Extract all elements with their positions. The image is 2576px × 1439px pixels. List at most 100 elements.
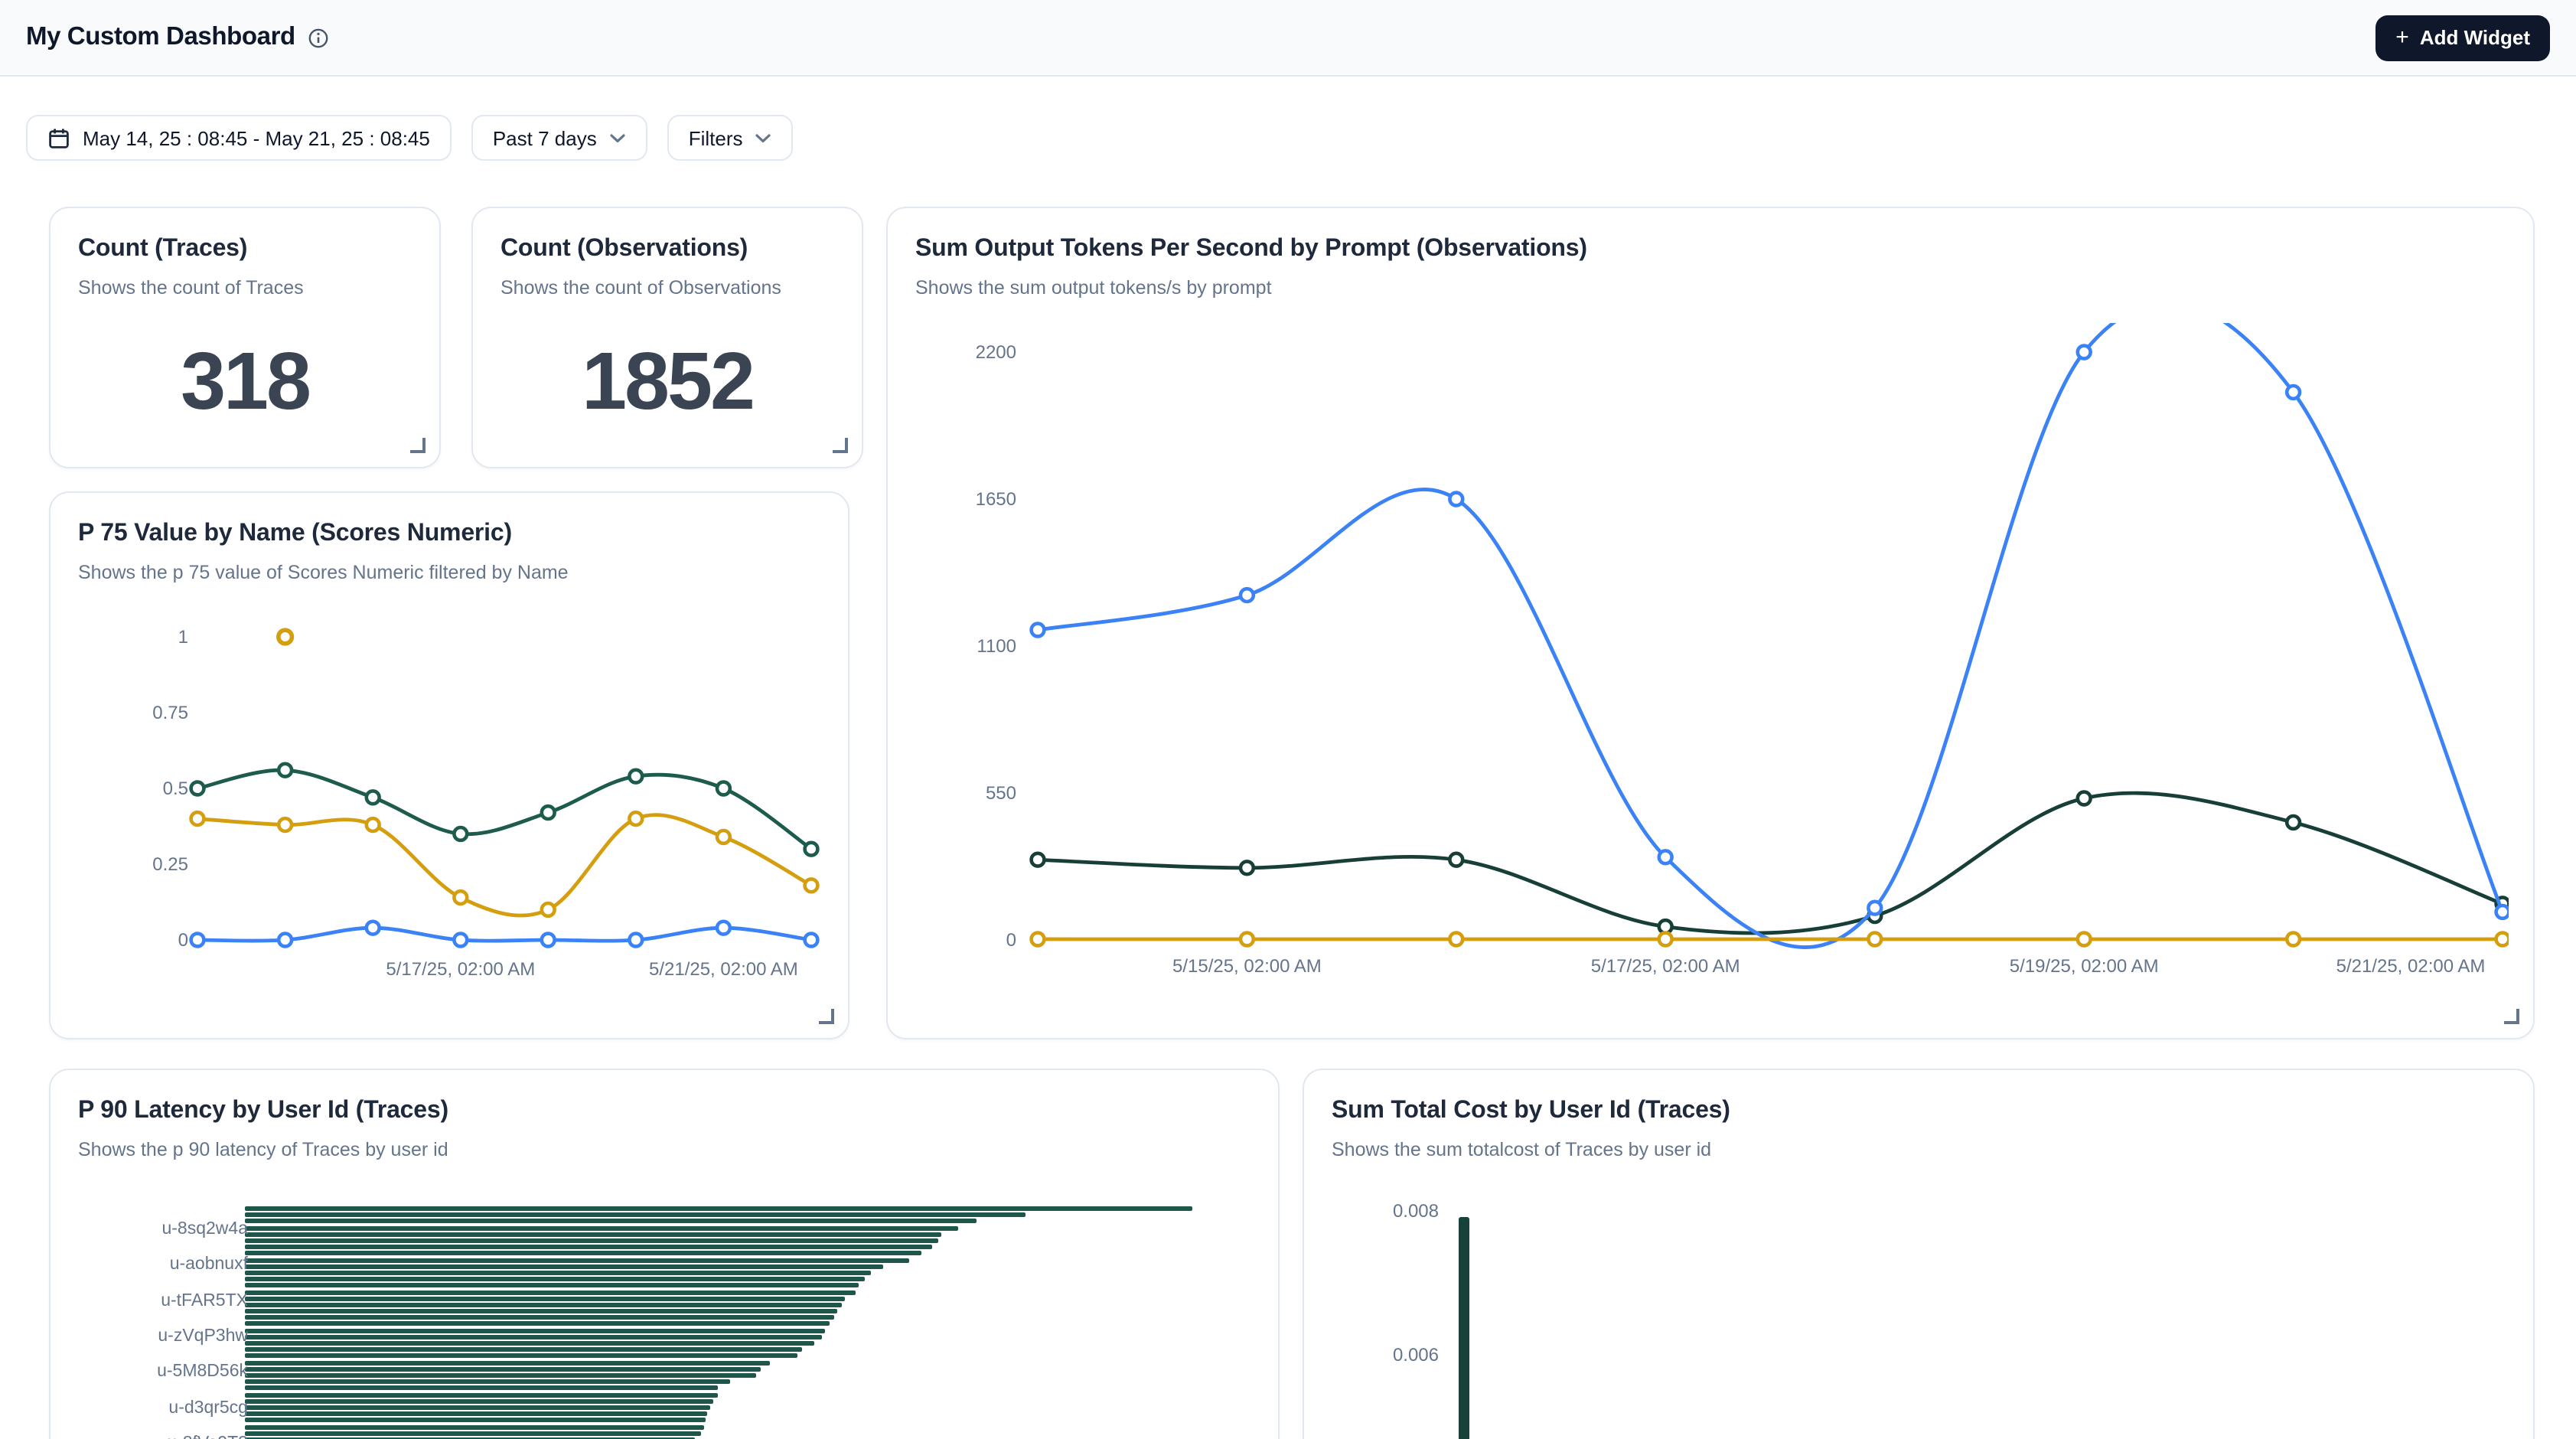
info-icon[interactable] [308, 27, 329, 48]
y-axis-label: u-8sq2w4a [78, 1219, 248, 1240]
chevron-down-icon [755, 132, 772, 143]
bar [245, 1251, 921, 1256]
widget-count-traces: Count (Traces) Shows the count of Traces… [49, 207, 441, 468]
bar [245, 1296, 845, 1300]
bar [245, 1277, 864, 1281]
bar [245, 1398, 712, 1403]
bar [245, 1386, 719, 1391]
add-widget-button[interactable]: + Add Widget [2375, 15, 2550, 60]
resize-handle-icon[interactable] [833, 438, 848, 453]
svg-text:0.5: 0.5 [163, 778, 188, 799]
date-preset-label: Past 7 days [493, 126, 597, 149]
y-axis-label: u-d3qr5cg [78, 1398, 248, 1419]
bar [245, 1290, 856, 1294]
bar [245, 1335, 823, 1339]
date-preset-button[interactable]: Past 7 days [471, 115, 647, 161]
y-axis-label: u-zVqP3hw [78, 1326, 248, 1347]
y-axis-label: u-tFAR5TX [78, 1290, 248, 1311]
widget-title: Sum Total Cost by User Id (Traces) [1332, 1098, 2506, 1125]
bar [245, 1232, 941, 1237]
svg-text:0.25: 0.25 [152, 854, 188, 875]
bar [245, 1392, 717, 1397]
bar [245, 1206, 1192, 1211]
svg-text:5/21/25, 02:00 AM: 5/21/25, 02:00 AM [649, 959, 798, 980]
widget-sum-total-cost: Sum Total Cost by User Id (Traces) Shows… [1303, 1069, 2535, 1439]
svg-text:2200: 2200 [976, 342, 1016, 363]
bar [245, 1284, 859, 1288]
widget-p75-value: P 75 Value by Name (Scores Numeric) Show… [49, 491, 849, 1039]
bar [245, 1347, 801, 1352]
svg-text:1650: 1650 [976, 489, 1016, 510]
bar [245, 1424, 704, 1429]
widget-title: Count (Traces) [78, 236, 412, 263]
widget-sum-output-tokens: Sum Output Tokens Per Second by Prompt (… [886, 207, 2535, 1039]
y-axis-label: u-aobnuxf [78, 1255, 248, 1276]
topbar: My Custom Dashboard + Add Widget [0, 0, 2576, 77]
bar [245, 1303, 843, 1307]
count-observations-value: 1852 [473, 341, 862, 423]
svg-text:1: 1 [178, 627, 188, 648]
widget-subtitle: Shows the p 75 value of Scores Numeric f… [78, 562, 820, 583]
widget-subtitle: Shows the sum totalcost of Traces by use… [1332, 1139, 2506, 1160]
widget-count-observations: Count (Observations) Shows the count of … [471, 207, 863, 468]
bar [245, 1360, 771, 1365]
bar [245, 1264, 883, 1268]
svg-text:5/21/25, 02:00 AM: 5/21/25, 02:00 AM [2336, 956, 2486, 977]
bar [245, 1271, 872, 1275]
bar [245, 1418, 706, 1423]
svg-text:0: 0 [178, 930, 188, 951]
widget-title: P 75 Value by Name (Scores Numeric) [78, 520, 820, 548]
svg-text:550: 550 [986, 783, 1016, 804]
svg-text:5/17/25, 02:00 AM: 5/17/25, 02:00 AM [386, 959, 535, 980]
widget-title: Count (Observations) [501, 236, 834, 263]
bar [245, 1225, 959, 1230]
svg-text:0.75: 0.75 [152, 703, 188, 723]
bar [245, 1405, 711, 1410]
widget-title: P 90 Latency by User Id (Traces) [78, 1098, 1251, 1125]
p75-value-line-chart: 0 0.25 0.5 0.75 1 5/17/25, 02:00 AM 5/21/25, 0… [78, 614, 849, 1012]
resize-handle-icon[interactable] [2504, 1009, 2519, 1024]
page-title: My Custom Dashboard [26, 23, 295, 52]
bar [245, 1379, 731, 1384]
widget-subtitle: Shows the count of Traces [78, 277, 412, 299]
bar [245, 1411, 708, 1416]
widget-subtitle: Shows the count of Observations [501, 277, 834, 299]
bar [245, 1315, 833, 1320]
filters-button[interactable]: Filters [667, 115, 794, 161]
filter-row: May 14, 25 : 08:45 - May 21, 25 : 08:45 … [26, 115, 794, 161]
date-range-button[interactable]: May 14, 25 : 08:45 - May 21, 25 : 08:45 [26, 115, 452, 161]
widget-p90-latency: P 90 Latency by User Id (Traces) Shows t… [49, 1069, 1280, 1439]
add-widget-label: Add Widget [2420, 26, 2530, 49]
filters-label: Filters [689, 126, 743, 149]
plus-icon: + [2395, 26, 2409, 49]
bar [245, 1212, 1025, 1217]
svg-text:0: 0 [1006, 930, 1016, 951]
count-traces-value: 318 [51, 341, 439, 423]
bar [245, 1219, 976, 1224]
calendar-icon [47, 126, 70, 149]
bar [245, 1245, 932, 1249]
bar [1459, 1217, 1469, 1439]
y-axis-label: u-8fVa9T3 [78, 1433, 248, 1439]
widget-subtitle: Shows the sum output tokens/s by prompt [915, 277, 2506, 299]
widget-subtitle: Shows the p 90 latency of Traces by user… [78, 1139, 1251, 1160]
bar [245, 1341, 814, 1346]
svg-text:5/19/25, 02:00 AM: 5/19/25, 02:00 AM [2010, 956, 2159, 977]
widget-title: Sum Output Tokens Per Second by Prompt (… [915, 236, 2506, 263]
bar [245, 1258, 909, 1262]
bar [245, 1328, 825, 1333]
bar [245, 1367, 761, 1372]
chevron-down-icon [609, 132, 626, 143]
y-axis-label: 0.008 [1335, 1200, 1439, 1222]
bar [245, 1354, 797, 1359]
date-range-label: May 14, 25 : 08:45 - May 21, 25 : 08:45 [83, 126, 430, 149]
resize-handle-icon[interactable] [410, 438, 426, 453]
y-axis-label: 0.006 [1335, 1344, 1439, 1366]
bar [245, 1322, 829, 1326]
svg-text:5/15/25, 02:00 AM: 5/15/25, 02:00 AM [1172, 956, 1322, 977]
resize-handle-icon[interactable] [819, 1009, 834, 1024]
bar [245, 1431, 700, 1435]
bar [245, 1238, 937, 1243]
svg-text:1100: 1100 [977, 636, 1016, 657]
bar [245, 1373, 756, 1378]
